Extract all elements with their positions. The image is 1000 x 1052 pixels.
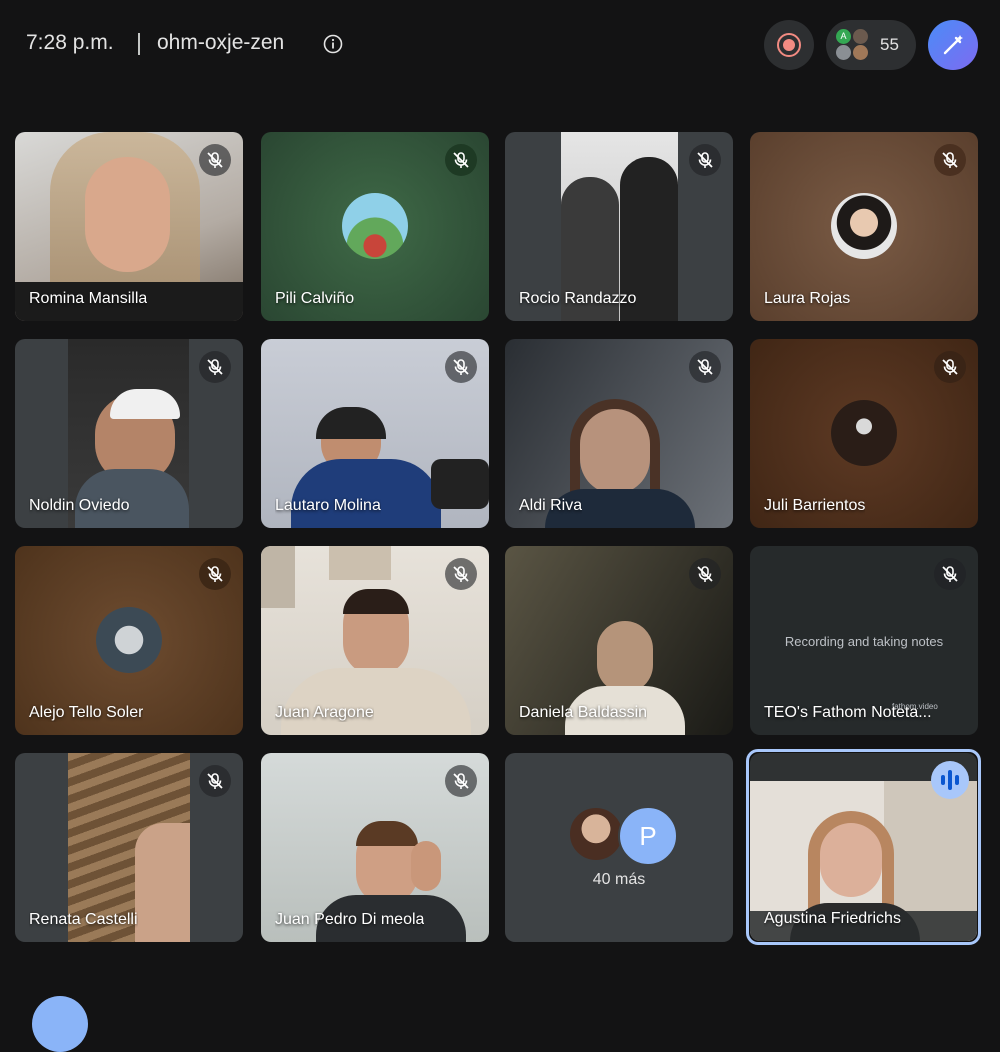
participant-name: Romina Mansilla <box>29 290 148 307</box>
bar <box>948 770 952 790</box>
avatar <box>831 400 897 466</box>
avatar <box>342 193 408 259</box>
mic-off-icon <box>199 144 231 176</box>
participant-count: 55 <box>880 35 899 54</box>
hair <box>343 589 409 614</box>
bar <box>955 775 959 785</box>
mic-off-icon <box>199 351 231 383</box>
participant-tile[interactable]: Juan Aragone <box>261 546 489 735</box>
participant-tile[interactable]: Noldin Oviedo <box>15 339 243 528</box>
mic-off-icon <box>934 558 966 590</box>
mic-off-icon <box>445 558 477 590</box>
face <box>85 157 170 272</box>
avatar <box>853 45 868 60</box>
participant-tile[interactable]: Pili Calviño <box>261 132 489 321</box>
participant-tile[interactable]: Juli Barrientos <box>750 339 978 528</box>
backpack <box>431 459 489 509</box>
participant-tile[interactable]: Laura Rojas <box>750 132 978 321</box>
participant-name: Pili Calviño <box>275 290 355 307</box>
avatar <box>831 193 897 259</box>
active-speaker-tile[interactable]: Agustina Friedrichs <box>746 749 981 945</box>
participant-tile[interactable]: Juan Pedro Di meola <box>261 753 489 942</box>
mic-off-icon <box>689 558 721 590</box>
participant-tile[interactable]: Daniela Baldassin <box>505 546 733 735</box>
cap <box>110 389 180 419</box>
recording-button[interactable] <box>764 20 814 70</box>
divider <box>138 33 140 55</box>
avatar <box>32 996 88 1052</box>
recording-status: Recording and taking notes <box>784 634 944 649</box>
wall-frame <box>329 546 391 580</box>
participant-name: Agustina Friedrichs <box>764 910 901 927</box>
ai-assist-button[interactable] <box>928 20 978 70</box>
mic-off-icon <box>445 351 477 383</box>
participant-tile[interactable]: Rocio Randazzo <box>505 132 733 321</box>
participant-tile: Agustina Friedrichs <box>750 753 977 941</box>
participant-name: Laura Rojas <box>764 290 851 307</box>
magic-pen-icon <box>943 35 963 55</box>
participant-tile[interactable]: Alejo Tello Soler <box>15 546 243 735</box>
hoodie <box>281 668 471 735</box>
participant-name: Juan Aragone <box>275 704 374 721</box>
participant-name: Juli Barrientos <box>764 497 866 514</box>
mic-off-icon <box>199 765 231 797</box>
participants-button[interactable]: A 55 <box>826 20 916 70</box>
mic-off-icon <box>445 144 477 176</box>
participant-name: Renata Castelli <box>29 911 138 928</box>
avatar <box>568 806 624 862</box>
person <box>135 823 190 942</box>
participant-name: Rocio Randazzo <box>519 290 637 307</box>
participant-name: Juan Pedro Di meola <box>275 911 425 928</box>
top-bar: 7:28 p.m. ohm-oxje-zen A 55 <box>0 0 1000 90</box>
avatar: P <box>618 806 678 866</box>
participant-name: Lautaro Molina <box>275 497 381 514</box>
participant-name: TEO's Fathom Noteta... <box>764 704 932 721</box>
participant-name: Aldi Riva <box>519 497 583 514</box>
participant-tile[interactable]: Aldi Riva <box>505 339 733 528</box>
avatar <box>96 607 162 673</box>
clock: 7:28 p.m. <box>26 31 114 54</box>
headset <box>316 407 386 439</box>
more-count: 40 más <box>592 871 646 888</box>
more-participants-tile[interactable]: P 40 más <box>505 753 733 942</box>
mic-off-icon <box>934 351 966 383</box>
participant-name: Daniela Baldassin <box>519 704 648 721</box>
mic-off-icon <box>445 765 477 797</box>
arm <box>411 841 441 891</box>
info-icon[interactable] <box>323 34 343 54</box>
participant-name: Noldin Oviedo <box>29 497 130 514</box>
mic-off-icon <box>934 144 966 176</box>
participant-name: Alejo Tello Soler <box>29 704 144 721</box>
avatar <box>853 29 868 44</box>
mic-off-icon <box>689 351 721 383</box>
participant-tile[interactable]: Lautaro Molina <box>261 339 489 528</box>
participant-tile[interactable]: Recording and taking notes fathom.video … <box>750 546 978 735</box>
mic-off-icon <box>199 558 231 590</box>
wall-frame <box>261 546 295 608</box>
participant-tile[interactable]: Renata Castelli <box>15 753 243 942</box>
mic-off-icon <box>689 144 721 176</box>
meeting-code: ohm-oxje-zen <box>157 31 285 54</box>
record-dot <box>783 39 795 51</box>
participant-tile[interactable]: Romina Mansilla <box>15 132 243 321</box>
bar <box>941 775 945 785</box>
face <box>597 621 653 693</box>
hoodie <box>291 459 441 528</box>
hair <box>356 821 418 846</box>
speaking-indicator-icon <box>931 761 969 799</box>
avatar <box>836 45 851 60</box>
avatar: A <box>836 29 851 44</box>
